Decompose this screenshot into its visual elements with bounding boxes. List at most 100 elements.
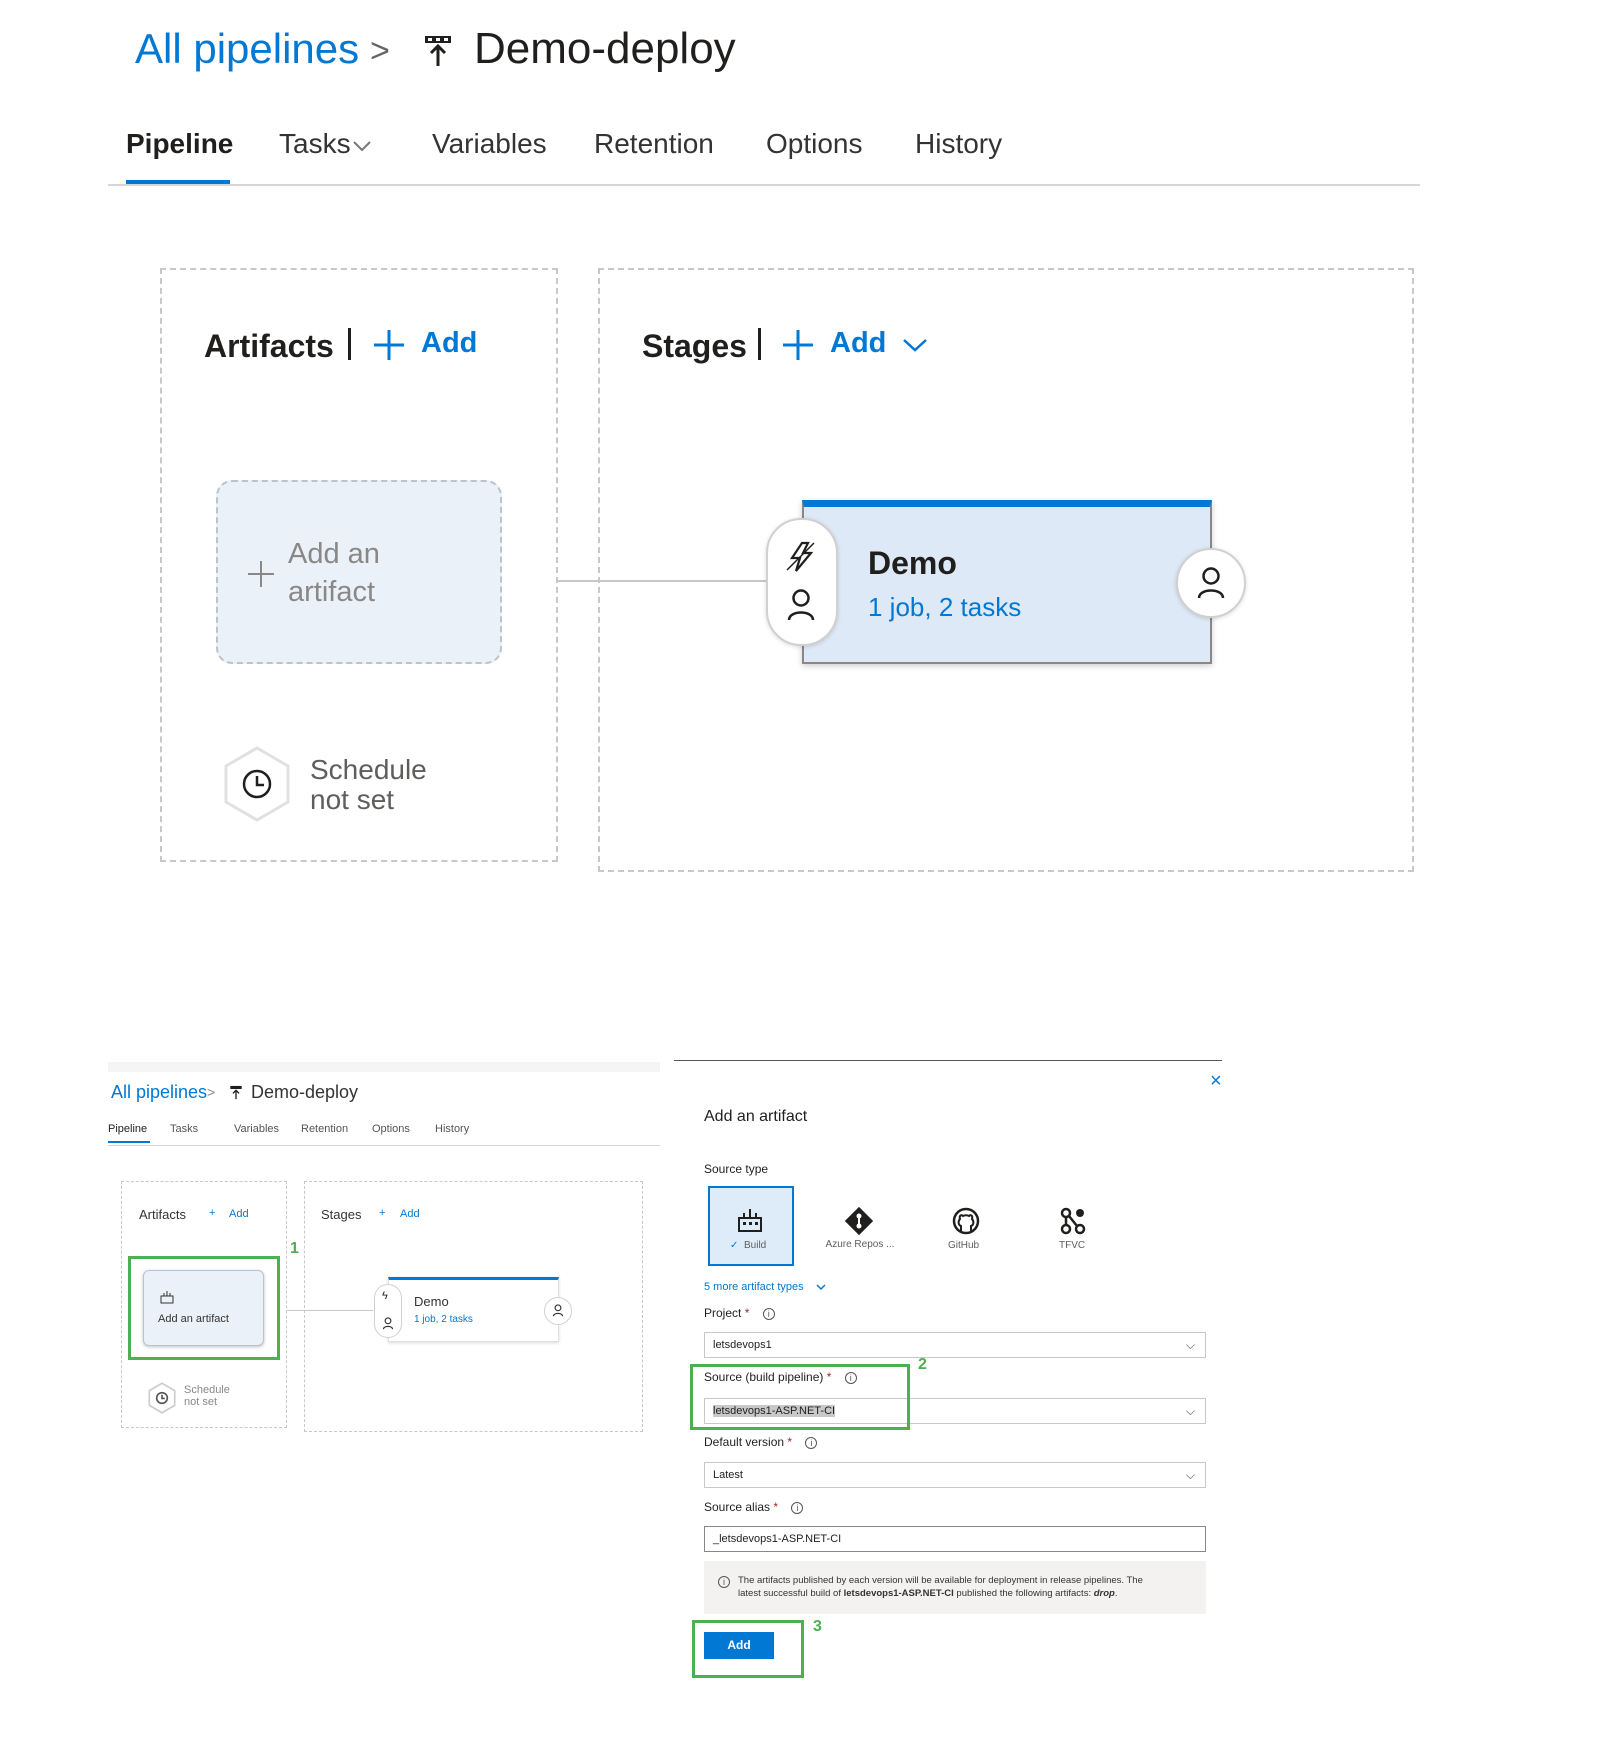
note-artifact-name: drop bbox=[1093, 1588, 1115, 1599]
artifacts-title: Artifacts bbox=[204, 328, 334, 364]
schedule-line2: not set bbox=[184, 1396, 218, 1408]
azure-repos-icon bbox=[844, 1206, 874, 1236]
tab-retention[interactable]: Retention bbox=[301, 1123, 348, 1135]
artifacts-add-link[interactable]: Add bbox=[229, 1208, 249, 1220]
panel-top-border bbox=[674, 1060, 1222, 1061]
artifacts-add-link[interactable]: Add bbox=[421, 327, 477, 360]
tfvc-icon bbox=[1059, 1206, 1087, 1236]
stage-name: Demo bbox=[414, 1294, 449, 1309]
breadcrumb-separator: > bbox=[207, 1084, 216, 1100]
info-icon[interactable]: i bbox=[791, 1502, 804, 1514]
stages-divider bbox=[758, 328, 761, 360]
tab-options[interactable]: Options bbox=[372, 1123, 410, 1135]
build-icon bbox=[737, 1207, 763, 1233]
note-line2-end: . bbox=[1114, 1588, 1118, 1599]
plus-icon bbox=[372, 328, 406, 362]
schedule-clock-icon[interactable] bbox=[147, 1382, 177, 1414]
required-mark: * bbox=[773, 1500, 779, 1514]
pre-deployment-conditions[interactable] bbox=[766, 518, 838, 646]
default-version-label-row: Default version * i bbox=[704, 1435, 818, 1449]
check-icon: ✓ bbox=[730, 1240, 739, 1251]
plus-icon bbox=[246, 559, 276, 589]
tab-retention[interactable]: Retention bbox=[594, 128, 714, 160]
stage-summary-link[interactable]: 1 job, 2 tasks bbox=[414, 1314, 473, 1325]
callout-number-3: 3 bbox=[813, 1618, 822, 1635]
tab-tasks[interactable]: Tasks bbox=[279, 128, 351, 160]
project-select[interactable]: letsdevops1 ⌵ bbox=[704, 1332, 1206, 1358]
plus-icon bbox=[781, 328, 815, 362]
more-artifact-types-link[interactable]: 5 more artifact types bbox=[704, 1281, 804, 1293]
plus-icon: + bbox=[209, 1207, 216, 1219]
project-label: Project bbox=[704, 1306, 742, 1320]
stages-add-link[interactable]: Add bbox=[400, 1208, 420, 1220]
active-tab-indicator bbox=[108, 1141, 150, 1143]
tab-pipeline[interactable]: Pipeline bbox=[108, 1123, 147, 1135]
callout-box-2 bbox=[690, 1364, 910, 1430]
add-artifact-label: Add an artifact bbox=[288, 535, 380, 611]
source-type-label: Source type bbox=[704, 1162, 769, 1176]
tabs-divider bbox=[108, 184, 1420, 186]
source-type-azure-repos-label[interactable]: Azure Repos ... bbox=[808, 1239, 912, 1250]
source-alias-label-row: Source alias * i bbox=[704, 1500, 804, 1514]
required-mark: * bbox=[787, 1435, 793, 1449]
info-icon[interactable]: i bbox=[805, 1437, 818, 1449]
project-value: letsdevops1 bbox=[713, 1339, 772, 1351]
plus-icon: + bbox=[379, 1207, 386, 1219]
stages-title: Stages bbox=[321, 1207, 362, 1222]
stage-card-demo[interactable] bbox=[802, 500, 1212, 664]
small-view-top-strip bbox=[108, 1062, 660, 1072]
close-icon[interactable]: × bbox=[1210, 1070, 1222, 1093]
note-line1: The artifacts published by each version … bbox=[738, 1575, 1143, 1586]
stage-name: Demo bbox=[868, 545, 957, 581]
chevron-down-icon: ⌵ bbox=[1185, 1338, 1195, 1352]
chevron-down-icon bbox=[816, 1284, 826, 1291]
approver-person-icon bbox=[786, 588, 816, 622]
tab-options[interactable]: Options bbox=[766, 128, 863, 160]
note-pipeline-name: letsdevops1-ASP.NET-CI bbox=[843, 1588, 954, 1599]
add-artifact-line2: artifact bbox=[288, 576, 376, 608]
schedule-clock-icon[interactable] bbox=[222, 745, 292, 823]
tab-history[interactable]: History bbox=[435, 1123, 469, 1135]
stages-title: Stages bbox=[642, 328, 747, 364]
schedule-line2: not set bbox=[310, 784, 395, 815]
tab-tasks[interactable]: Tasks bbox=[170, 1123, 198, 1135]
tab-variables[interactable]: Variables bbox=[234, 1123, 279, 1135]
schedule-line1: Schedule bbox=[310, 754, 427, 785]
breadcrumb-all-pipelines[interactable]: All pipelines bbox=[135, 25, 359, 73]
project-label-row: Project * i bbox=[704, 1306, 775, 1320]
tabs-divider bbox=[108, 1145, 660, 1146]
source-type-tfvc-label[interactable]: TFVC bbox=[1059, 1240, 1085, 1251]
panel-title: Add an artifact bbox=[704, 1108, 808, 1125]
default-version-label: Default version bbox=[704, 1435, 785, 1449]
page-title: Demo-deploy bbox=[251, 1082, 359, 1102]
approver-person-icon bbox=[382, 1317, 394, 1330]
schedule-label: Schedule not set bbox=[310, 755, 427, 815]
chevron-down-icon: ⌵ bbox=[1185, 1404, 1195, 1418]
info-icon: i bbox=[718, 1576, 730, 1588]
default-version-select[interactable]: Latest ⌵ bbox=[704, 1462, 1206, 1488]
chevron-down-icon: ⌵ bbox=[1185, 1468, 1195, 1482]
chevron-down-icon[interactable] bbox=[902, 338, 928, 352]
note-line2-mid: published the following artifacts: bbox=[953, 1588, 1094, 1599]
stage-card-demo[interactable] bbox=[388, 1277, 559, 1342]
source-type-azure-repos: Azure Repos ... bbox=[808, 1239, 912, 1250]
callout-number-1: 1 bbox=[290, 1240, 299, 1257]
source-alias-input[interactable]: _letsdevops1-ASP.NET-CI bbox=[704, 1526, 1206, 1552]
release-pipeline-icon bbox=[229, 1085, 243, 1100]
breadcrumb-separator: > bbox=[370, 32, 390, 70]
stages-add-link[interactable]: Add bbox=[830, 327, 886, 360]
source-type-github-label[interactable]: GitHub bbox=[948, 1240, 979, 1251]
tab-history[interactable]: History bbox=[915, 128, 1002, 160]
stage-summary-link[interactable]: 1 job, 2 tasks bbox=[868, 592, 1021, 623]
github-icon bbox=[951, 1206, 981, 1236]
tab-variables[interactable]: Variables bbox=[432, 128, 547, 160]
page-title: Demo-deploy bbox=[474, 24, 736, 73]
callout-number-2: 2 bbox=[918, 1356, 927, 1373]
breadcrumb-all-pipelines[interactable]: All pipelines bbox=[111, 1082, 207, 1103]
info-icon[interactable]: i bbox=[762, 1308, 775, 1320]
tab-pipeline[interactable]: Pipeline bbox=[126, 128, 233, 160]
release-pipeline-icon bbox=[422, 34, 454, 68]
approver-person-icon bbox=[1196, 566, 1226, 600]
approver-person-icon bbox=[552, 1304, 564, 1317]
source-type-build-label: Build bbox=[744, 1240, 767, 1251]
